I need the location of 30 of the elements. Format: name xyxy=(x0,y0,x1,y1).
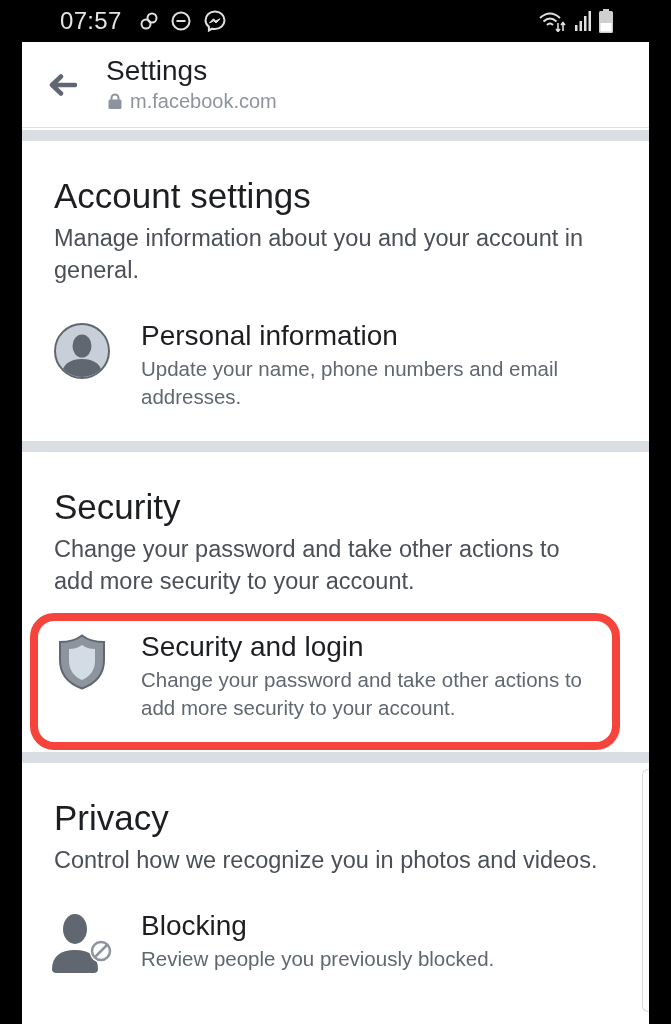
back-arrow-icon xyxy=(49,74,77,96)
settings-item[interactable]: Blocking Review people you previously blocked. xyxy=(30,892,620,1001)
item-subtitle: Update your name, phone numbers and email addresses. xyxy=(141,356,560,410)
section-heading: Account settings xyxy=(54,177,312,214)
link-icon xyxy=(139,12,158,30)
item-title: Personal information xyxy=(141,321,399,351)
profile-avatar-icon xyxy=(54,323,110,379)
chat-bubble-icon xyxy=(203,10,226,32)
wifi-icon xyxy=(539,10,567,32)
section-description: Control how we recognize you in photos and videos. xyxy=(54,846,599,875)
shield-icon xyxy=(58,634,106,690)
section-heading: Privacy xyxy=(54,799,170,836)
item-subtitle: Review people you previously blocked. xyxy=(141,946,496,972)
item-title: Blocking xyxy=(141,911,248,941)
battery-icon xyxy=(599,9,613,33)
section-heading: Security xyxy=(54,488,182,525)
settings-item[interactable]: Security and login Change your password and take other actions to add more security to your account. xyxy=(30,613,620,750)
item-subtitle: Change your password and take other actions to add more security to your account. xyxy=(141,667,584,721)
item-title: Security and login xyxy=(141,632,365,662)
status-time: 07:57 xyxy=(60,7,122,35)
back-button[interactable] xyxy=(48,73,78,97)
lock-icon xyxy=(108,93,122,109)
blocked-user-icon xyxy=(51,913,113,973)
do-not-disturb-icon xyxy=(170,11,191,31)
section-description: Change your password and take other actions to add more security to your account. xyxy=(54,535,561,596)
page-url: m.facebook.com xyxy=(130,90,277,112)
settings-item[interactable]: Personal information Update your name, phone numbers and email addresses. xyxy=(30,302,620,439)
section-description: Manage information about you and your account in general. xyxy=(54,224,585,285)
signal-icon xyxy=(575,11,591,31)
page-title: Settings xyxy=(106,56,209,86)
